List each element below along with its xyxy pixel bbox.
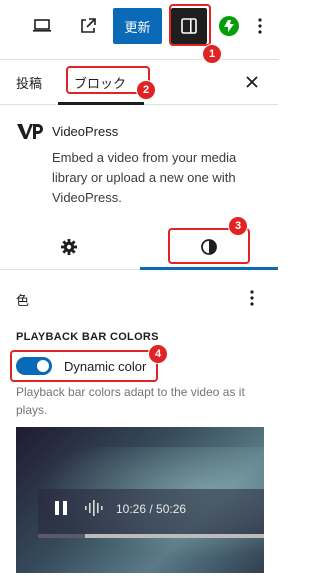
close-sidebar-button[interactable]	[240, 70, 264, 94]
gear-icon	[61, 239, 77, 255]
color-panel-heading: 色	[16, 293, 30, 308]
color-options-button[interactable]	[244, 286, 260, 310]
jetpack-button[interactable]	[219, 16, 239, 36]
progress-fill	[38, 534, 86, 538]
progress-track[interactable]	[38, 534, 264, 538]
dynamic-color-help: Playback bar colors adapt to the video a…	[16, 385, 245, 417]
annotation-box-4	[10, 350, 158, 382]
options-button[interactable]	[250, 8, 270, 44]
audio-wave-icon	[85, 500, 103, 516]
editor-toolbar: 更新	[0, 0, 278, 60]
annotation-badge-1: 1	[202, 44, 222, 64]
annotation-box-1	[169, 4, 211, 46]
preview-button[interactable]	[24, 8, 60, 44]
vertical-ellipsis-icon	[250, 290, 254, 306]
block-title: VideoPress	[52, 124, 119, 139]
jetpack-bolt-icon	[224, 20, 234, 32]
playback-bar-colors-heading: PLAYBACK BAR COLORS	[16, 331, 159, 343]
pause-icon[interactable]	[54, 500, 68, 516]
close-icon	[246, 76, 258, 88]
laptop-icon	[33, 19, 51, 32]
playback-time: 10:26 / 50:26	[116, 502, 187, 516]
tab-post[interactable]: 投稿	[16, 60, 42, 105]
video-preview: 10:26 / 50:26	[16, 427, 264, 573]
annotation-badge-4: 4	[148, 344, 168, 364]
update-button[interactable]: 更新	[113, 8, 162, 44]
videopress-logo-icon	[17, 124, 43, 139]
annotation-badge-2: 2	[136, 80, 156, 100]
annotation-badge-3: 3	[228, 216, 248, 236]
external-link-icon	[81, 18, 96, 33]
active-subtab-indicator	[140, 267, 278, 270]
active-tab-indicator	[58, 102, 144, 105]
tab-settings[interactable]	[58, 236, 80, 258]
block-description: Embed a video from your media library or…	[52, 150, 237, 205]
view-post-button[interactable]	[70, 8, 106, 44]
vertical-ellipsis-icon	[258, 18, 262, 34]
